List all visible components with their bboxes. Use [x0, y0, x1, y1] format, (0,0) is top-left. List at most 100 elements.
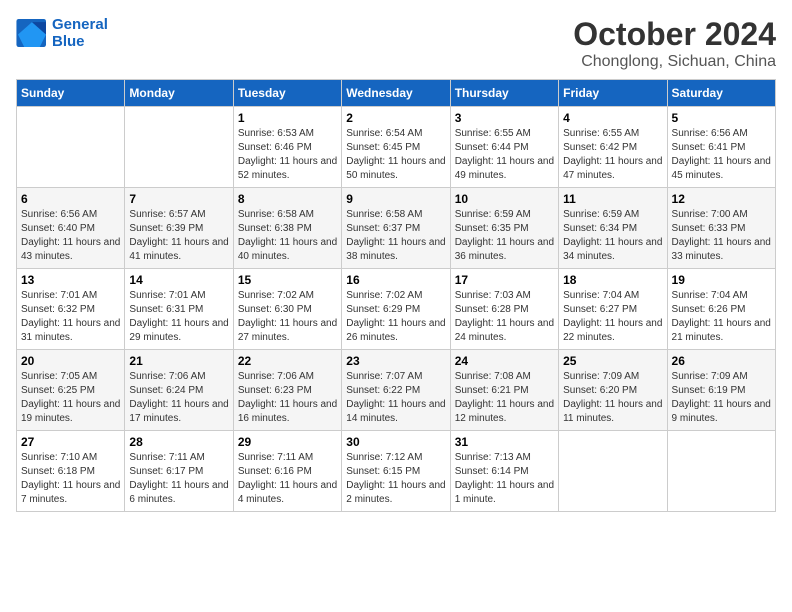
day-number: 6 [21, 192, 120, 206]
day-info: Sunrise: 7:09 AMSunset: 6:20 PMDaylight:… [563, 370, 662, 426]
day-info: Sunrise: 6:58 AMSunset: 6:38 PMDaylight:… [238, 208, 337, 264]
calendar-cell: 3 Sunrise: 6:55 AMSunset: 6:44 PMDaylight… [450, 107, 558, 188]
calendar-cell: 9 Sunrise: 6:58 AMSunset: 6:37 PMDaylight… [342, 188, 450, 269]
calendar-cell [667, 431, 775, 512]
day-info: Sunrise: 6:56 AMSunset: 6:41 PMDaylight:… [672, 127, 771, 183]
calendar-cell: 30Sunrise: 7:12 AMSunset: 6:15 PMDayligh… [342, 431, 450, 512]
day-info: Sunrise: 7:01 AMSunset: 6:32 PMDaylight:… [21, 289, 120, 345]
day-info: Sunrise: 7:06 AMSunset: 6:23 PMDaylight:… [238, 370, 337, 426]
day-number: 22 [238, 354, 337, 368]
calendar-cell: 12Sunrise: 7:00 AMSunset: 6:33 PMDayligh… [667, 188, 775, 269]
day-number: 21 [129, 354, 228, 368]
calendar-day-header: Sunday [17, 80, 125, 107]
logo-icon [16, 19, 48, 47]
day-number: 18 [563, 273, 662, 287]
day-info: Sunrise: 7:11 AMSunset: 6:16 PMDaylight:… [238, 451, 337, 507]
day-info: Sunrise: 7:04 AMSunset: 6:27 PMDaylight:… [563, 289, 662, 345]
calendar-cell: 4 Sunrise: 6:55 AMSunset: 6:42 PMDaylight… [559, 107, 667, 188]
day-info: Sunrise: 7:01 AMSunset: 6:31 PMDaylight:… [129, 289, 228, 345]
day-info: Sunrise: 7:04 AMSunset: 6:26 PMDaylight:… [672, 289, 771, 345]
day-number: 9 [346, 192, 445, 206]
calendar-cell: 5 Sunrise: 6:56 AMSunset: 6:41 PMDaylight… [667, 107, 775, 188]
calendar-cell: 26 Sunrise: 7:09 AMSunset: 6:19 PMDayligh… [667, 350, 775, 431]
day-info: Sunrise: 7:10 AMSunset: 6:18 PMDaylight:… [21, 451, 120, 507]
day-number: 2 [346, 111, 445, 125]
calendar-header-row: SundayMondayTuesdayWednesdayThursdayFrid… [17, 80, 776, 107]
calendar-cell: 16 Sunrise: 7:02 AMSunset: 6:29 PMDayligh… [342, 269, 450, 350]
day-info: Sunrise: 7:02 AMSunset: 6:30 PMDaylight:… [238, 289, 337, 345]
day-number: 29 [238, 435, 337, 449]
day-number: 5 [672, 111, 771, 125]
day-info: Sunrise: 7:11 AMSunset: 6:17 PMDaylight:… [129, 451, 228, 507]
calendar-day-header: Tuesday [233, 80, 341, 107]
day-number: 27 [21, 435, 120, 449]
day-number: 7 [129, 192, 228, 206]
day-number: 13 [21, 273, 120, 287]
day-info: Sunrise: 7:03 AMSunset: 6:28 PMDaylight:… [455, 289, 554, 345]
calendar-cell: 24 Sunrise: 7:08 AMSunset: 6:21 PMDayligh… [450, 350, 558, 431]
calendar-day-header: Wednesday [342, 80, 450, 107]
calendar-cell: 17 Sunrise: 7:03 AMSunset: 6:28 PMDayligh… [450, 269, 558, 350]
calendar-cell: 1 Sunrise: 6:53 AMSunset: 6:46 PMDaylight… [233, 107, 341, 188]
month-title: October 2024 [573, 16, 776, 53]
day-info: Sunrise: 6:55 AMSunset: 6:42 PMDaylight:… [563, 127, 662, 183]
calendar-cell: 19Sunrise: 7:04 AMSunset: 6:26 PMDayligh… [667, 269, 775, 350]
day-number: 4 [563, 111, 662, 125]
calendar-week-row: 13 Sunrise: 7:01 AMSunset: 6:32 PMDayligh… [17, 269, 776, 350]
calendar-day-header: Friday [559, 80, 667, 107]
day-info: Sunrise: 6:59 AMSunset: 6:35 PMDaylight:… [455, 208, 554, 264]
day-number: 10 [455, 192, 554, 206]
day-number: 16 [346, 273, 445, 287]
calendar-cell [559, 431, 667, 512]
calendar-cell: 29 Sunrise: 7:11 AMSunset: 6:16 PMDayligh… [233, 431, 341, 512]
calendar-cell: 11Sunrise: 6:59 AMSunset: 6:34 PMDayligh… [559, 188, 667, 269]
day-info: Sunrise: 6:56 AMSunset: 6:40 PMDaylight:… [21, 208, 120, 264]
calendar-day-header: Monday [125, 80, 233, 107]
calendar-week-row: 6 Sunrise: 6:56 AMSunset: 6:40 PMDaylight… [17, 188, 776, 269]
day-number: 31 [455, 435, 554, 449]
day-number: 8 [238, 192, 337, 206]
day-number: 12 [672, 192, 771, 206]
day-info: Sunrise: 7:05 AMSunset: 6:25 PMDaylight:… [21, 370, 120, 426]
day-info: Sunrise: 7:02 AMSunset: 6:29 PMDaylight:… [346, 289, 445, 345]
calendar-cell: 22 Sunrise: 7:06 AMSunset: 6:23 PMDayligh… [233, 350, 341, 431]
day-number: 3 [455, 111, 554, 125]
calendar-cell: 28Sunrise: 7:11 AMSunset: 6:17 PMDayligh… [125, 431, 233, 512]
calendar-cell: 2Sunrise: 6:54 AMSunset: 6:45 PMDaylight… [342, 107, 450, 188]
logo: General Blue [16, 16, 108, 50]
day-info: Sunrise: 7:13 AMSunset: 6:14 PMDaylight:… [455, 451, 554, 507]
calendar-table: SundayMondayTuesdayWednesdayThursdayFrid… [16, 79, 776, 512]
calendar-cell [17, 107, 125, 188]
calendar-cell: 20 Sunrise: 7:05 AMSunset: 6:25 PMDayligh… [17, 350, 125, 431]
day-number: 23 [346, 354, 445, 368]
day-info: Sunrise: 6:57 AMSunset: 6:39 PMDaylight:… [129, 208, 228, 264]
day-number: 11 [563, 192, 662, 206]
calendar-cell: 21 Sunrise: 7:06 AMSunset: 6:24 PMDayligh… [125, 350, 233, 431]
day-number: 15 [238, 273, 337, 287]
day-number: 20 [21, 354, 120, 368]
day-number: 1 [238, 111, 337, 125]
day-info: Sunrise: 7:08 AMSunset: 6:21 PMDaylight:… [455, 370, 554, 426]
logo-text: General Blue [52, 16, 108, 50]
day-info: Sunrise: 6:58 AMSunset: 6:37 PMDaylight:… [346, 208, 445, 264]
day-number: 17 [455, 273, 554, 287]
location-title: Chonglong, Sichuan, China [573, 53, 776, 71]
day-info: Sunrise: 6:53 AMSunset: 6:46 PMDaylight:… [238, 127, 337, 183]
calendar-week-row: 27 Sunrise: 7:10 AMSunset: 6:18 PMDayligh… [17, 431, 776, 512]
calendar-cell: 23Sunrise: 7:07 AMSunset: 6:22 PMDayligh… [342, 350, 450, 431]
day-number: 14 [129, 273, 228, 287]
calendar-cell: 7 Sunrise: 6:57 AMSunset: 6:39 PMDaylight… [125, 188, 233, 269]
day-info: Sunrise: 7:12 AMSunset: 6:15 PMDaylight:… [346, 451, 445, 507]
day-info: Sunrise: 6:55 AMSunset: 6:44 PMDaylight:… [455, 127, 554, 183]
day-number: 24 [455, 354, 554, 368]
calendar-cell [125, 107, 233, 188]
calendar-day-header: Saturday [667, 80, 775, 107]
day-info: Sunrise: 7:09 AMSunset: 6:19 PMDaylight:… [672, 370, 771, 426]
day-info: Sunrise: 7:06 AMSunset: 6:24 PMDaylight:… [129, 370, 228, 426]
calendar-cell: 14 Sunrise: 7:01 AMSunset: 6:31 PMDayligh… [125, 269, 233, 350]
day-number: 26 [672, 354, 771, 368]
calendar-day-header: Thursday [450, 80, 558, 107]
page-header: General Blue October 2024 Chonglong, Sic… [16, 16, 776, 71]
calendar-week-row: 1 Sunrise: 6:53 AMSunset: 6:46 PMDaylight… [17, 107, 776, 188]
title-area: October 2024 Chonglong, Sichuan, China [573, 16, 776, 71]
